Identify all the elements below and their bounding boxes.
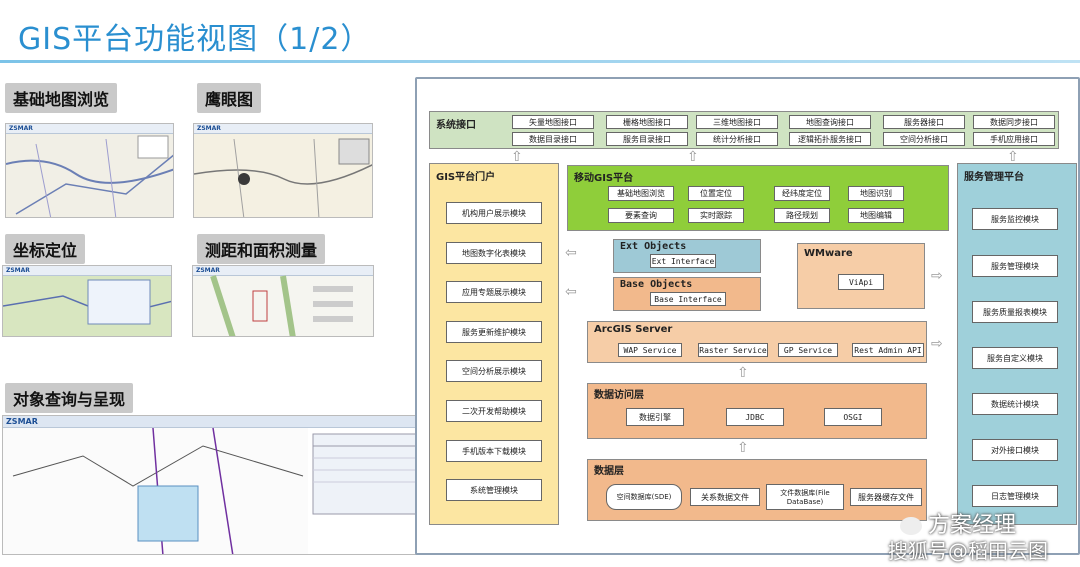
portal-module: 应用专题展示模块	[446, 281, 542, 303]
data-layer-label: 数据层	[594, 466, 624, 477]
feature-label-measure: 测距和面积测量	[197, 234, 326, 264]
up-arrow-icon: ⇧	[511, 149, 523, 165]
interface-item: 逻辑拓扑服务接口	[789, 132, 871, 146]
interface-item: 空间分析接口	[883, 132, 965, 146]
right-arrow-icon: ⇨	[931, 268, 943, 284]
interface-item: 矢量地图接口	[512, 115, 594, 129]
interface-item: 栅格地图接口	[606, 115, 688, 129]
feature-label-coordinate-locate: 坐标定位	[5, 234, 86, 264]
mobile-feature: 实时跟踪	[688, 208, 744, 223]
mobile-gis-block: 移动GIS平台 基础地图浏览 位置定位 经纬度定位 地图识别 要素查询 实时跟踪…	[567, 165, 949, 231]
ext-interface-box: Ext Interface	[650, 254, 716, 268]
management-module: 数据统计模块	[972, 393, 1058, 415]
data-access-label: 数据访问层	[594, 390, 644, 401]
portal-module: 机构用户展示模块	[446, 202, 542, 224]
map-lines	[3, 276, 171, 336]
arcgis-service-box: Raster Service	[698, 343, 768, 357]
up-arrow-icon: ⇧	[687, 149, 699, 165]
wmware-label: WMware	[804, 248, 853, 259]
mobile-feature: 经纬度定位	[774, 186, 830, 201]
interface-item: 统计分析接口	[696, 132, 778, 146]
ext-objects-label: Ext Objects	[620, 241, 687, 252]
viapi-box: ViApi	[838, 274, 884, 290]
wechat-icon	[900, 517, 922, 535]
left-arrow-icon: ⇦	[565, 245, 577, 261]
left-arrow-icon: ⇦	[565, 284, 577, 300]
interface-item: 服务器接口	[883, 115, 965, 129]
portal-module: 地图数字化表模块	[446, 242, 542, 264]
interface-item: 三维地图接口	[696, 115, 778, 129]
service-management-label: 服务管理平台	[964, 172, 1024, 183]
mobile-gis-label: 移动GIS平台	[574, 173, 634, 184]
wmware-block: WMware ViApi	[797, 243, 925, 309]
interface-item: 数据同步接口	[973, 115, 1055, 129]
service-management-block: 服务管理平台 服务监控模块 服务管理模块 服务质量报表模块 服务自定义模块 数据…	[957, 163, 1077, 525]
data-layer-item: 文件数据库(File DataBase)	[766, 484, 844, 510]
mobile-feature: 地图编辑	[848, 208, 904, 223]
data-access-item: OSGI	[824, 408, 882, 426]
data-layer-block: 数据层 空间数据库(SDE) 关系数据文件 文件数据库(File DataBas…	[587, 459, 927, 521]
mobile-feature: 位置定位	[688, 186, 744, 201]
data-layer-item: 关系数据文件	[690, 488, 760, 506]
data-access-item: 数据引擎	[626, 408, 684, 426]
arcgis-server-block: ArcGIS Server WAP Service Raster Service…	[587, 321, 927, 363]
base-objects-block: Base Objects Base Interface	[613, 277, 761, 311]
feature-label-object-query: 对象查询与呈现	[5, 383, 134, 413]
feature-label-map-browse: 基础地图浏览	[5, 83, 118, 113]
right-arrow-icon: ⇨	[931, 336, 943, 352]
arcgis-server-label: ArcGIS Server	[594, 324, 673, 335]
page-title: GIS平台功能视图（1/2）	[18, 22, 372, 57]
map-lines	[3, 427, 416, 554]
ext-objects-block: Ext Objects Ext Interface	[613, 239, 761, 273]
map-browse-screenshot: ZSMAR	[5, 123, 174, 218]
mobile-feature: 基础地图浏览	[608, 186, 674, 201]
watermark-line2: 搜狐号@稻田云图	[888, 539, 1048, 563]
arcgis-service-box: WAP Service	[618, 343, 682, 357]
interface-item: 服务目录接口	[606, 132, 688, 146]
mobile-feature: 要素查询	[608, 208, 674, 223]
portal-module: 手机版本下载模块	[446, 440, 542, 462]
portal-module: 空间分析展示模块	[446, 360, 542, 382]
management-module: 服务监控模块	[972, 208, 1058, 230]
data-layer-item: 服务器缓存文件	[850, 488, 922, 506]
data-layer-item: 空间数据库(SDE)	[606, 484, 682, 510]
mobile-feature: 路径规划	[774, 208, 830, 223]
interface-item: 地图查询接口	[789, 115, 871, 129]
management-module: 服务管理模块	[972, 255, 1058, 277]
up-arrow-icon: ⇧	[737, 440, 749, 456]
gis-portal-block: GIS平台门户 机构用户展示模块 地图数字化表模块 应用专题展示模块 服务更新维…	[429, 163, 559, 525]
title-divider	[0, 60, 1080, 63]
coordinate-locate-screenshot: ZSMAR	[2, 265, 172, 337]
mobile-feature: 地图识别	[848, 186, 904, 201]
gis-portal-label: GIS平台门户	[436, 172, 496, 183]
map-lines	[194, 134, 372, 217]
management-module: 对外接口模块	[972, 439, 1058, 461]
object-query-screenshot: ZSMAR	[2, 415, 417, 555]
base-interface-box: Base Interface	[650, 292, 726, 306]
data-access-layer-block: 数据访问层 数据引擎 JDBC OSGI	[587, 383, 927, 439]
portal-module: 系统管理模块	[446, 479, 542, 501]
map-lines	[6, 134, 173, 217]
system-interface-block: 系统接口 矢量地图接口 栅格地图接口 三维地图接口 地图查询接口 服务器接口 数…	[429, 111, 1059, 149]
map-lines	[193, 275, 373, 336]
management-module: 服务质量报表模块	[972, 301, 1058, 323]
overview-map-screenshot: ZSMAR	[193, 123, 373, 218]
portal-module: 服务更新维护模块	[446, 321, 542, 343]
arcgis-service-box: GP Service	[778, 343, 838, 357]
system-interface-label: 系统接口	[436, 120, 476, 131]
base-objects-label: Base Objects	[620, 279, 693, 290]
up-arrow-icon: ⇧	[1007, 149, 1019, 165]
up-arrow-icon: ⇧	[737, 365, 749, 381]
management-module: 日志管理模块	[972, 485, 1058, 507]
management-module: 服务自定义模块	[972, 347, 1058, 369]
interface-item: 数据目录接口	[512, 132, 594, 146]
portal-module: 二次开发帮助模块	[446, 400, 542, 422]
interface-item: 手机应用接口	[973, 132, 1055, 146]
architecture-diagram: 系统接口 矢量地图接口 栅格地图接口 三维地图接口 地图查询接口 服务器接口 数…	[415, 77, 1080, 555]
arcgis-service-box: Rest Admin API	[852, 343, 924, 357]
data-access-item: JDBC	[726, 408, 784, 426]
measure-screenshot: ZSMAR	[192, 265, 374, 337]
feature-label-overview-map: 鹰眼图	[197, 83, 262, 113]
